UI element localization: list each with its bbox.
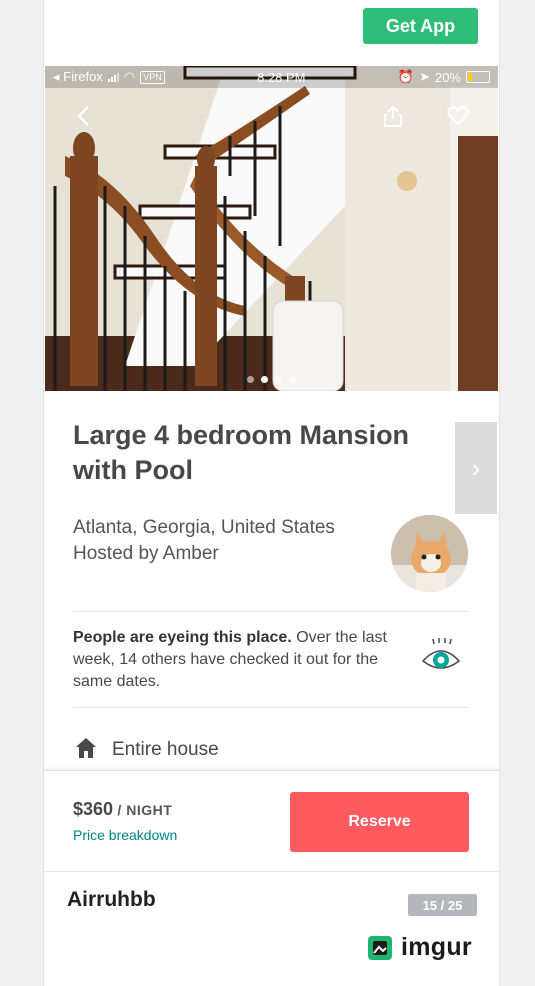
next-slide-button[interactable]: › (455, 422, 497, 514)
location-arrow-icon: ➤ (419, 69, 430, 84)
imgur-wordmark: imgur (401, 933, 472, 961)
divider (73, 611, 469, 612)
back-button[interactable] (67, 100, 99, 132)
share-icon (384, 105, 402, 127)
browser-label: ◂ Firefox (53, 69, 103, 84)
post-title: Airruhbb (67, 888, 156, 911)
heart-icon (447, 106, 469, 126)
save-button[interactable] (442, 100, 474, 132)
eye-icon (421, 638, 461, 669)
listing-host: Hosted by Amber (73, 543, 219, 564)
chevron-left-icon (77, 106, 89, 126)
price-unit: / NIGHT (113, 802, 173, 818)
listing-photo[interactable]: ◂ Firefox ◠ VPN 8:28 PM ⏰ ➤ 20% (45, 66, 498, 391)
reserve-button[interactable]: Reserve (290, 792, 469, 852)
imgur-app-icon (368, 935, 392, 960)
notice-headline: People are eyeing this place. (73, 629, 292, 646)
alarm-icon: ⏰ (397, 69, 415, 84)
gallery-dots (45, 376, 498, 383)
share-button[interactable] (377, 100, 409, 132)
post-frame: Get App ◂ Firefox ◠ VPN 8:28 PM ⏰ ➤ 20% … (43, 0, 500, 986)
staircase-photo (45, 66, 498, 391)
demand-notice: People are eyeing this place. Over the l… (73, 627, 393, 693)
status-time: 8:28 PM (257, 69, 306, 85)
gallery-dot[interactable] (247, 376, 254, 383)
booking-bar: $360 / NIGHT Price breakdown Reserve (44, 770, 499, 872)
gallery-dot[interactable] (261, 376, 268, 383)
get-app-button[interactable]: Get App (363, 8, 478, 44)
divider (73, 707, 469, 708)
chevron-right-icon: › (471, 452, 481, 483)
image-counter: 15 / 25 (408, 894, 477, 916)
signal-icon (107, 72, 119, 82)
room-type: Entire house (112, 739, 219, 760)
vpn-badge: VPN (140, 70, 165, 84)
gallery-dot[interactable] (275, 376, 282, 383)
host-avatar[interactable] (391, 515, 468, 592)
price-breakdown-link[interactable]: Price breakdown (73, 827, 177, 843)
listing-location: Atlanta, Georgia, United States (73, 517, 335, 538)
battery-icon (466, 71, 490, 83)
home-icon (76, 738, 96, 758)
imgur-logo[interactable]: imgur (367, 933, 472, 962)
status-bar: ◂ Firefox ◠ VPN 8:28 PM ⏰ ➤ 20% (45, 66, 498, 88)
wifi-icon: ◠ (123, 69, 136, 84)
listing-title: Large 4 bedroom Mansion with Pool (73, 420, 410, 485)
battery-percent: 20% (434, 69, 461, 85)
nightly-price: $360 / NIGHT (73, 799, 172, 820)
price-amount: $360 (73, 799, 114, 819)
cat-photo (391, 515, 468, 592)
gallery-dot[interactable] (289, 376, 296, 383)
